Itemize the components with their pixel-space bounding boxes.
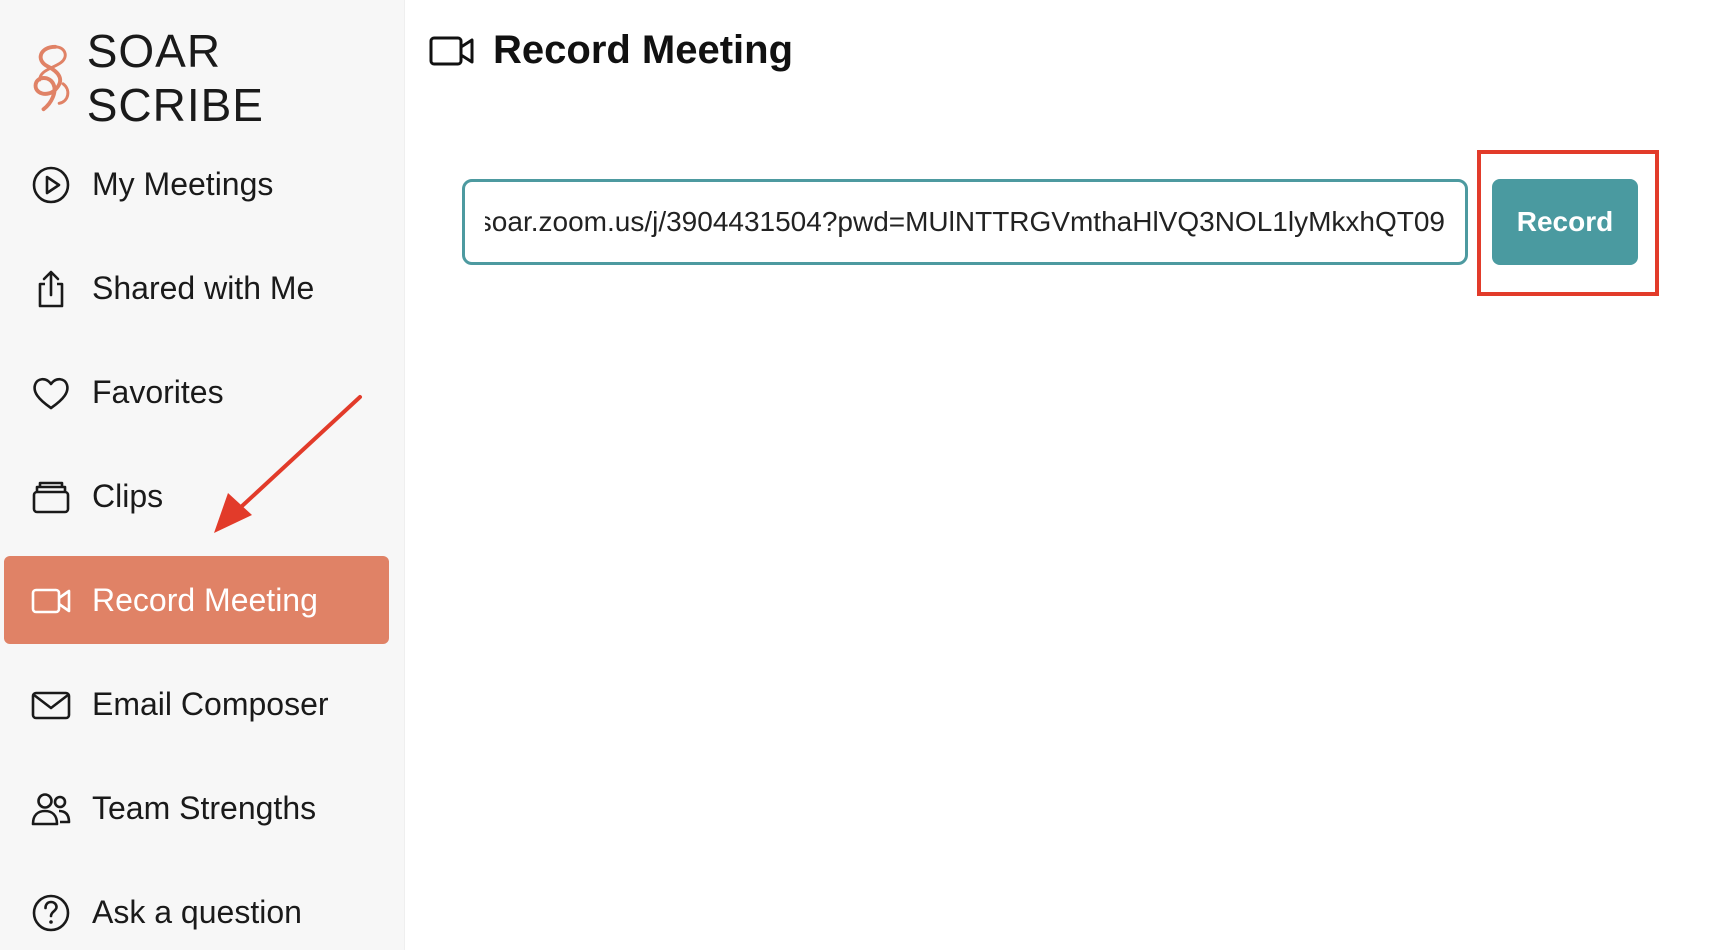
page-header: Record Meeting (429, 28, 793, 73)
video-camera-icon (30, 580, 72, 622)
sidebar-item-label: My Meetings (92, 165, 274, 202)
main-content: Record Meeting Record (405, 0, 1730, 950)
question-circle-icon (30, 892, 72, 934)
app-window: SOAR SCRIBE My Meetings Shared with Me F… (0, 0, 1730, 950)
sidebar-item-label: Shared with Me (92, 269, 315, 306)
sidebar-item-shared-with-me[interactable]: Shared with Me (4, 244, 389, 332)
envelope-icon (30, 684, 72, 726)
video-camera-icon (429, 36, 474, 65)
sidebar-item-team-strengths[interactable]: Team Strengths (4, 764, 389, 852)
clips-icon (30, 476, 72, 518)
sidebar-item-my-meetings[interactable]: My Meetings (4, 140, 389, 228)
share-icon (30, 268, 72, 310)
annotation-highlight-box (1477, 150, 1659, 296)
meeting-url-input[interactable] (462, 179, 1468, 265)
play-circle-icon (30, 164, 72, 206)
soar-logo-icon (33, 44, 70, 112)
logo-text: SOAR SCRIBE (86, 25, 264, 131)
sidebar-item-label: Record Meeting (92, 581, 318, 618)
sidebar-item-label: Email Composer (92, 685, 329, 722)
people-icon (30, 788, 72, 830)
heart-icon (30, 372, 72, 414)
sidebar-item-label: Team Strengths (92, 789, 317, 826)
sidebar-item-record-meeting[interactable]: Record Meeting (4, 556, 389, 644)
sidebar-item-label: Clips (92, 477, 164, 514)
annotation-arrow (214, 395, 362, 533)
sidebar-item-email-composer[interactable]: Email Composer (4, 660, 389, 748)
logo[interactable]: SOAR SCRIBE (26, 24, 404, 132)
page-title: Record Meeting (493, 28, 794, 72)
sidebar-item-label: Ask a question (92, 893, 302, 930)
sidebar-item-ask-a-question[interactable]: Ask a question (4, 868, 389, 950)
